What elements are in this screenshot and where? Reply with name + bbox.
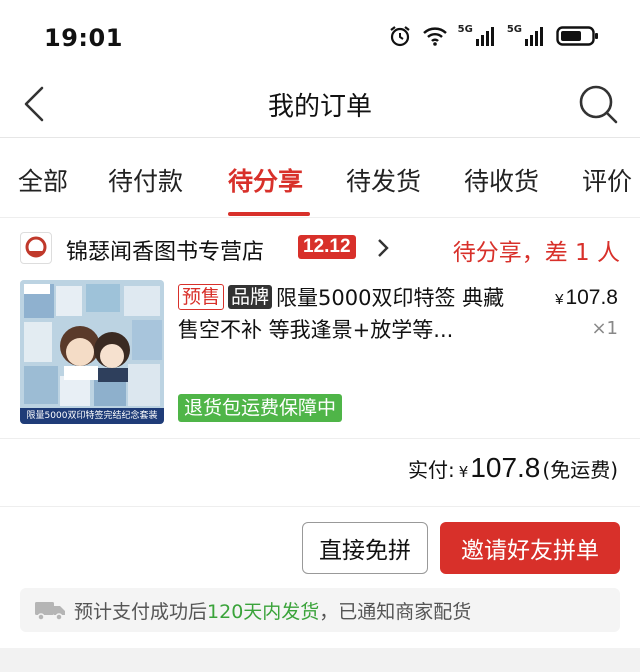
cellular-signal-icon: 5G bbox=[507, 25, 546, 47]
product-image[interactable]: 限量5000双印特签完结纪念套装 bbox=[20, 280, 164, 424]
network-type-label: 5G bbox=[457, 24, 473, 35]
direct-purchase-button[interactable]: 直接免拼 bbox=[302, 522, 428, 574]
status-time: 19:01 bbox=[44, 24, 123, 52]
return-shipping-guarantee-badge: 退货包运费保障中 bbox=[178, 394, 343, 422]
active-tab-indicator bbox=[228, 212, 310, 216]
shop-row[interactable]: 锦瑟闻香图书专营店 12.12 待分享，差 1 人 bbox=[0, 218, 640, 276]
alarm-icon bbox=[388, 24, 412, 48]
product-price: ¥107.8 bbox=[555, 286, 618, 310]
price-value: 107.8 bbox=[565, 286, 618, 309]
shop-name[interactable]: 锦瑟闻香图书专营店 bbox=[66, 234, 264, 266]
status-bar: 19:01 5G 5G bbox=[0, 0, 640, 72]
shop-logo bbox=[20, 232, 52, 264]
tab-all[interactable]: 全部 bbox=[18, 162, 68, 198]
tab-review[interactable]: 评价 bbox=[582, 162, 632, 198]
promo-badge: 12.12 bbox=[298, 235, 356, 259]
product-title-text: 限量5000双印特签 典藏售空不补 等我逢景+放学等... bbox=[178, 286, 505, 342]
presale-tag: 预售 bbox=[178, 284, 225, 310]
shipping-text-highlight: 120天内发货 bbox=[207, 600, 320, 623]
cellular-signal-icon: 5G bbox=[458, 25, 497, 47]
truck-icon bbox=[35, 602, 65, 621]
product-image-caption: 限量5000双印特签完结纪念套装 bbox=[20, 408, 164, 424]
invite-friends-button[interactable]: 邀请好友拼单 bbox=[440, 522, 620, 574]
product-info[interactable]: 预售 品牌 限量5000双印特签 典藏售空不补 等我逢景+放学等... bbox=[178, 282, 518, 346]
shipping-text-suffix: ，已通知商家配货 bbox=[319, 600, 472, 623]
divider bbox=[0, 438, 640, 439]
shipping-text-prefix: 预计支付成功后 bbox=[74, 600, 208, 623]
tab-pending-receipt[interactable]: 待收货 bbox=[464, 162, 539, 198]
wifi-icon bbox=[422, 25, 448, 47]
search-button[interactable] bbox=[576, 82, 620, 126]
page-title: 我的订单 bbox=[267, 92, 372, 122]
order-status: 待分享，差 1 人 bbox=[452, 240, 620, 266]
list-separator bbox=[0, 648, 640, 672]
shipping-fee-note: (免运费) bbox=[542, 458, 618, 482]
shipping-notice: 预计支付成功后 120天内发货 ，已通知商家配货 bbox=[20, 588, 620, 632]
brand-tag: 品牌 bbox=[228, 285, 273, 309]
tab-pending-share[interactable]: 待分享 bbox=[228, 162, 303, 198]
order-total: 实付: ¥ 107.8 (免运费) bbox=[408, 452, 618, 484]
battery-icon bbox=[556, 25, 600, 47]
total-amount: 107.8 bbox=[470, 452, 541, 483]
total-label: 实付: bbox=[408, 458, 455, 482]
product-title[interactable]: 预售 品牌 限量5000双印特签 典藏售空不补 等我逢景+放学等... bbox=[178, 282, 518, 346]
chevron-right-icon bbox=[376, 238, 390, 258]
product-quantity: ×1 bbox=[591, 318, 618, 339]
status-icons: 5G 5G bbox=[388, 24, 600, 48]
divider bbox=[0, 506, 640, 507]
order-tabs: 全部 待付款 待分享 待发货 待收货 评价 bbox=[0, 138, 640, 218]
search-icon bbox=[579, 85, 618, 124]
network-type-label: 5G bbox=[506, 24, 522, 35]
tab-pending-shipment[interactable]: 待发货 bbox=[346, 162, 421, 198]
price-currency: ¥ bbox=[555, 291, 564, 308]
total-currency: ¥ bbox=[458, 463, 469, 481]
nav-bar: 我的订单 bbox=[0, 72, 640, 138]
tab-pending-payment[interactable]: 待付款 bbox=[108, 162, 183, 198]
